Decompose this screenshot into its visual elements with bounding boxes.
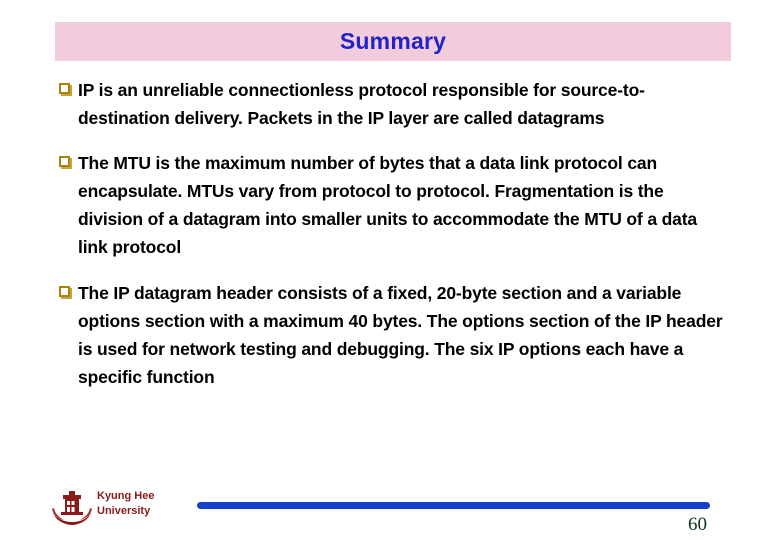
- slide-body: IP is an unreliable connectionless proto…: [56, 76, 736, 391]
- bullet-item-text: The MTU is the maximum number of bytes t…: [78, 153, 698, 257]
- page-number: 60: [688, 514, 707, 535]
- footer-brand-line-1: Kyung Hee: [97, 490, 155, 502]
- bullet-item-text: The IP datagram header consists of a fix…: [78, 283, 723, 387]
- footer-brand-line-2: University: [97, 505, 151, 517]
- hollow-square-bullet-icon: [59, 83, 70, 94]
- bullet-item-text: IP is an unreliable connectionless proto…: [78, 80, 645, 128]
- bullet-item: The MTU is the maximum number of bytes t…: [56, 149, 698, 261]
- bullet-item: The IP datagram header consists of a fix…: [56, 279, 733, 391]
- footer-brand: Kyung Hee University: [97, 489, 154, 519]
- footer-divider-bar: [197, 502, 710, 509]
- hollow-square-bullet-icon: [59, 286, 70, 297]
- kyung-hee-university-crest-icon: [50, 490, 94, 526]
- page-title: Summary: [339, 28, 447, 54]
- hollow-square-bullet-icon: [59, 156, 70, 167]
- bullet-item: IP is an unreliable connectionless proto…: [56, 76, 728, 132]
- slide-title-band: Summary: [55, 22, 731, 61]
- slide-canvas: Summary IP is an unreliable connectionle…: [0, 0, 780, 540]
